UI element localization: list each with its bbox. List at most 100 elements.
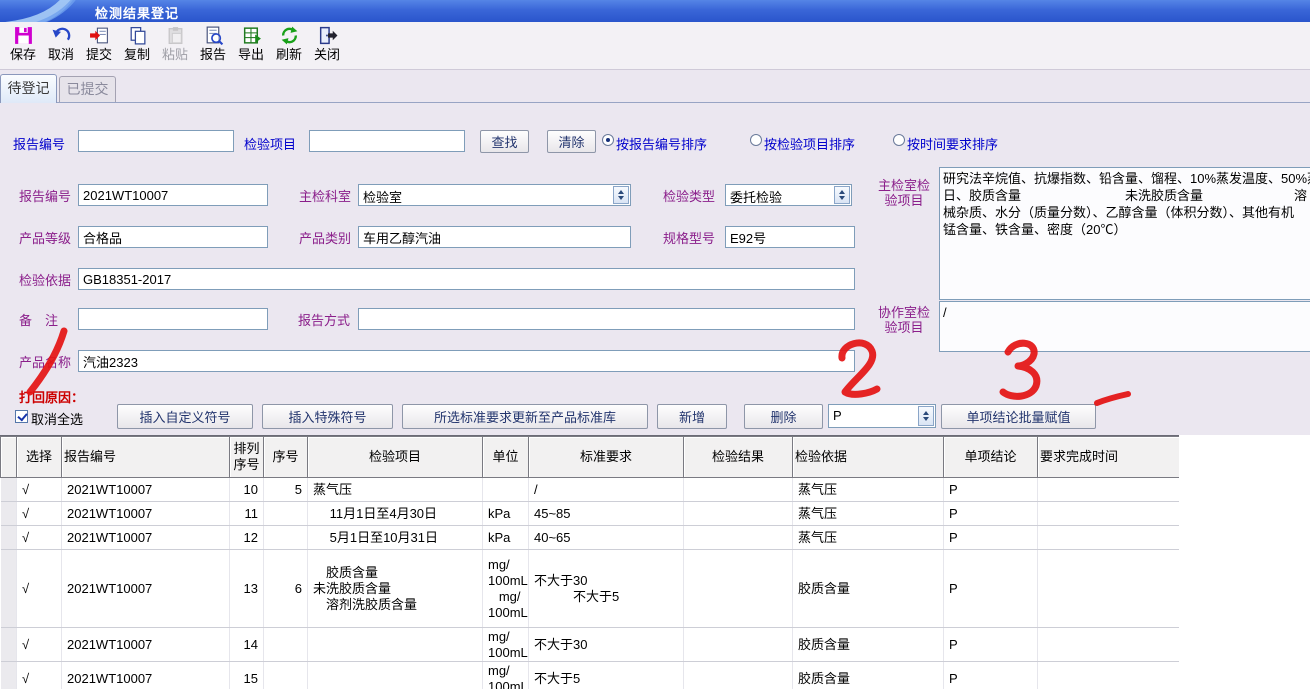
cell-seq[interactable] xyxy=(264,628,308,662)
cell-basis[interactable]: 蒸气压 xyxy=(793,526,944,550)
tab-submitted[interactable]: 已提交 xyxy=(59,76,116,103)
cell-unit[interactable]: mg/ 100mL mg/ 100mL xyxy=(483,550,529,628)
submit-button[interactable]: 提交 xyxy=(80,22,118,68)
search-report-no-input[interactable] xyxy=(78,130,234,152)
cell-basis[interactable]: 蒸气压 xyxy=(793,478,944,502)
search-item-input[interactable] xyxy=(309,130,465,152)
cell-report-no[interactable]: 2021WT10007 xyxy=(62,526,230,550)
col-header-select[interactable]: 选择 xyxy=(17,437,62,478)
col-header-basis[interactable]: 检验依据 xyxy=(793,437,944,478)
cell-item[interactable]: 11月1日至4月30日 xyxy=(308,502,483,526)
cell-unit[interactable]: mg/ 100mL xyxy=(483,662,529,689)
cell-report-no[interactable]: 2021WT10007 xyxy=(62,550,230,628)
cell-due[interactable] xyxy=(1038,526,1180,550)
cell-standard[interactable]: 不大于5 xyxy=(529,662,684,689)
cell-standard[interactable]: / xyxy=(529,478,684,502)
add-button[interactable]: 新增 xyxy=(657,404,727,429)
cell-result[interactable] xyxy=(684,662,793,689)
coop-items-textarea[interactable]: / xyxy=(939,301,1310,352)
cell-report-no[interactable]: 2021WT10007 xyxy=(62,478,230,502)
sort-by-item-radio[interactable] xyxy=(750,134,762,146)
cell-order-no[interactable]: 14 xyxy=(230,628,264,662)
col-header-order-no[interactable]: 排列序号 xyxy=(230,437,264,478)
spec-model-input[interactable] xyxy=(725,226,855,248)
copy-button[interactable]: 复制 xyxy=(118,22,156,68)
conclusion-combo[interactable]: P xyxy=(828,404,936,428)
cell-order-no[interactable]: 12 xyxy=(230,526,264,550)
cell-select[interactable]: √ xyxy=(17,502,62,526)
cell-select[interactable]: √ xyxy=(17,526,62,550)
cell-select[interactable]: √ xyxy=(17,662,62,689)
cell-conclusion[interactable]: P xyxy=(944,478,1038,502)
insert-custom-symbol-button[interactable]: 插入自定义符号 xyxy=(117,404,253,429)
product-category-input[interactable] xyxy=(358,226,631,248)
cell-seq[interactable] xyxy=(264,502,308,526)
cell-standard[interactable]: 40~65 xyxy=(529,526,684,550)
row-header[interactable] xyxy=(1,550,17,628)
col-header-result[interactable]: 检验结果 xyxy=(684,437,793,478)
sort-by-report-no-radio[interactable] xyxy=(602,134,614,146)
cell-unit[interactable] xyxy=(483,478,529,502)
cell-select[interactable]: √ xyxy=(17,550,62,628)
cell-conclusion[interactable]: P xyxy=(944,550,1038,628)
cell-due[interactable] xyxy=(1038,628,1180,662)
find-button[interactable]: 查找 xyxy=(480,130,529,153)
report-button[interactable]: 报告 xyxy=(194,22,232,68)
cell-basis[interactable]: 胶质含量 xyxy=(793,662,944,689)
titlebar[interactable]: 检测结果登记 xyxy=(0,0,1310,22)
cell-seq[interactable]: 5 xyxy=(264,478,308,502)
col-header-unit[interactable]: 单位 xyxy=(483,437,529,478)
cell-basis[interactable]: 胶质含量 xyxy=(793,628,944,662)
cell-select[interactable]: √ xyxy=(17,628,62,662)
col-header-conclusion[interactable]: 单项结论 xyxy=(944,437,1038,478)
cell-conclusion[interactable]: P xyxy=(944,662,1038,689)
batch-assign-button[interactable]: 单项结论批量赋值 xyxy=(941,404,1096,429)
cell-standard[interactable]: 不大于30 不大于5 xyxy=(529,550,684,628)
cell-report-no[interactable]: 2021WT10007 xyxy=(62,502,230,526)
cell-order-no[interactable]: 13 xyxy=(230,550,264,628)
cell-order-no[interactable]: 10 xyxy=(230,478,264,502)
remark-input[interactable] xyxy=(78,308,268,330)
cell-seq[interactable] xyxy=(264,662,308,689)
export-button[interactable]: 导出 xyxy=(232,22,270,68)
cell-unit[interactable]: mg/ 100mL xyxy=(483,628,529,662)
cell-result[interactable] xyxy=(684,502,793,526)
cell-seq[interactable]: 6 xyxy=(264,550,308,628)
cell-due[interactable] xyxy=(1038,478,1180,502)
cell-item[interactable] xyxy=(308,662,483,689)
product-grade-input[interactable] xyxy=(78,226,268,248)
cell-due[interactable] xyxy=(1038,550,1180,628)
spinner-icon[interactable] xyxy=(834,186,850,204)
cell-conclusion[interactable]: P xyxy=(944,502,1038,526)
col-header-item[interactable]: 检验项目 xyxy=(308,437,483,478)
row-header[interactable] xyxy=(1,526,17,550)
cell-item[interactable] xyxy=(308,628,483,662)
cell-basis[interactable]: 蒸气压 xyxy=(793,502,944,526)
update-standard-button[interactable]: 所选标准要求更新至产品标准库 xyxy=(402,404,648,429)
refresh-button[interactable]: 刷新 xyxy=(270,22,308,68)
cell-item[interactable]: 蒸气压 xyxy=(308,478,483,502)
cell-conclusion[interactable]: P xyxy=(944,628,1038,662)
product-name-input[interactable] xyxy=(78,350,855,372)
cell-result[interactable] xyxy=(684,550,793,628)
cell-unit[interactable]: kPa xyxy=(483,526,529,550)
cell-due[interactable] xyxy=(1038,502,1180,526)
cell-unit[interactable]: kPa xyxy=(483,502,529,526)
spinner-icon[interactable] xyxy=(613,186,629,204)
report-method-input[interactable] xyxy=(358,308,855,330)
report-no-input[interactable] xyxy=(78,184,268,206)
cell-result[interactable] xyxy=(684,628,793,662)
cell-conclusion[interactable]: P xyxy=(944,526,1038,550)
col-header-report-no[interactable]: 报告编号 xyxy=(62,437,230,478)
main-dept-combo[interactable]: 检验室 xyxy=(358,184,631,206)
row-header[interactable] xyxy=(1,502,17,526)
close-button[interactable]: 关闭 xyxy=(308,22,346,68)
cell-due[interactable] xyxy=(1038,662,1180,689)
col-header-due[interactable]: 要求完成时间 xyxy=(1038,437,1180,478)
row-header[interactable] xyxy=(1,662,17,689)
cell-report-no[interactable]: 2021WT10007 xyxy=(62,628,230,662)
col-header-seq[interactable]: 序号 xyxy=(264,437,308,478)
cell-item[interactable]: 5月1日至10月31日 xyxy=(308,526,483,550)
inspect-basis-input[interactable] xyxy=(78,268,855,290)
tab-pending[interactable]: 待登记 xyxy=(0,74,57,103)
